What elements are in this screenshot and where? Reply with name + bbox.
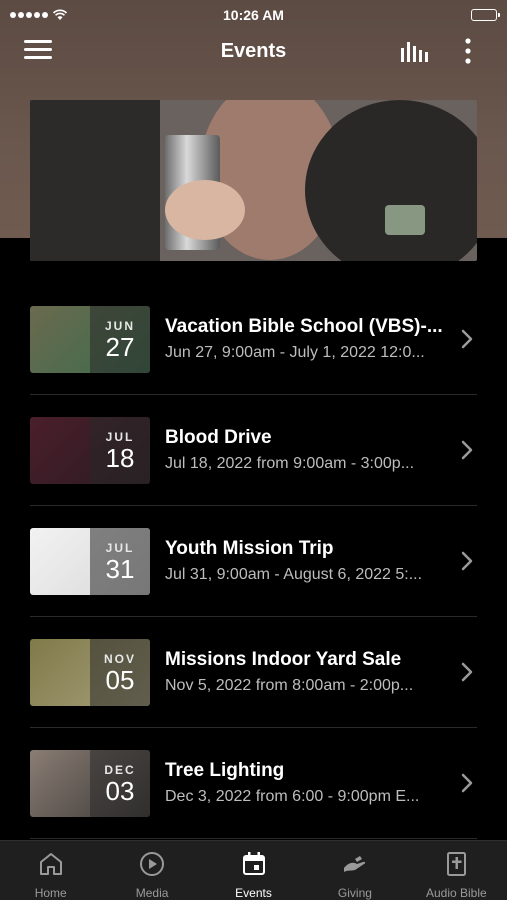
event-thumbnail: DEC 03 [30, 750, 150, 817]
tab-label: Audio Bible [425, 886, 487, 900]
tab-audio-bible[interactable]: Audio Bible [406, 841, 507, 900]
signal-indicator [10, 9, 68, 21]
event-title: Youth Mission Trip [165, 538, 334, 559]
tab-giving[interactable]: Giving [304, 841, 405, 900]
chevron-right-icon [461, 662, 473, 682]
event-day: 03 [105, 775, 135, 806]
event-title: Blood Drive [165, 427, 272, 448]
tab-bar: Home Media Events Giving Audio Bible [0, 840, 507, 900]
event-month: JUL [105, 540, 135, 555]
event-date-badge: NOV 05 [90, 639, 150, 706]
chevron-right-icon [461, 773, 473, 793]
hero-image [30, 100, 477, 261]
event-datetime: Jul 18, 2022 from 9:00am - 3:00p... [165, 455, 415, 472]
event-day: 18 [105, 442, 135, 473]
cellular-signal-icon [10, 12, 48, 18]
bible-icon [447, 852, 467, 876]
event-month: JUN [104, 318, 135, 333]
event-day: 05 [105, 664, 135, 695]
home-icon [39, 853, 62, 875]
chevron-right-icon [461, 440, 473, 460]
event-month: JUL [105, 429, 135, 444]
event-row[interactable]: JUN 27 Vacation Bible School (VBS)-... J… [0, 284, 507, 395]
tab-label: Events [235, 886, 272, 900]
event-list: JUN 27 Vacation Bible School (VBS)-... J… [0, 284, 507, 839]
event-thumbnail: JUN 27 [30, 306, 150, 373]
event-thumbnail: JUL 31 [30, 528, 150, 595]
event-datetime: Nov 5, 2022 from 8:00am - 2:00p... [165, 677, 414, 694]
event-day: 27 [105, 331, 135, 362]
giving-hand-icon [343, 856, 366, 872]
play-icon [140, 852, 165, 876]
hero-photo [30, 100, 477, 261]
event-thumbnail: NOV 05 [30, 639, 150, 706]
tab-label: Giving [337, 886, 372, 900]
calendar-icon [242, 852, 265, 875]
more-options-button[interactable] [460, 36, 476, 66]
event-date-badge: JUL 31 [90, 528, 150, 595]
event-month: DEC [104, 762, 136, 777]
tab-label: Media [135, 886, 169, 900]
event-date-badge: DEC 03 [90, 750, 150, 817]
event-row[interactable]: DEC 03 Tree Lighting Dec 3, 2022 from 6:… [0, 728, 507, 839]
chevron-right-icon [461, 329, 473, 349]
event-datetime: Jun 27, 9:00am - July 1, 2022 12:0... [165, 344, 425, 361]
event-datetime: Dec 3, 2022 from 6:00 - 9:00pm E... [165, 788, 420, 805]
event-row[interactable]: JUL 31 Youth Mission Trip Jul 31, 9:00am… [0, 506, 507, 617]
event-title: Vacation Bible School (VBS)-... [165, 316, 443, 337]
status-bar [0, 0, 507, 30]
tab-media[interactable]: Media [101, 841, 202, 900]
event-date-badge: JUL 18 [90, 417, 150, 484]
battery-icon [471, 9, 500, 21]
event-title: Missions Indoor Yard Sale [165, 649, 402, 670]
event-thumbnail: JUL 18 [30, 417, 150, 484]
navigation-bar: Events [0, 30, 507, 76]
event-month: NOV [103, 651, 136, 666]
tab-events[interactable]: Events [203, 841, 304, 900]
wifi-icon [52, 9, 68, 20]
row-divider [30, 838, 477, 839]
audio-bars-button[interactable] [398, 38, 432, 66]
tab-home[interactable]: Home [0, 841, 101, 900]
chevron-right-icon [461, 551, 473, 571]
event-row[interactable]: JUL 18 Blood Drive Jul 18, 2022 from 9:0… [0, 395, 507, 506]
event-day: 31 [105, 553, 135, 584]
tab-label: Home [34, 886, 67, 900]
event-datetime: Jul 31, 9:00am - August 6, 2022 5:... [165, 566, 423, 583]
event-title: Tree Lighting [165, 760, 285, 781]
event-date-badge: JUN 27 [90, 306, 150, 373]
event-row[interactable]: NOV 05 Missions Indoor Yard Sale Nov 5, … [0, 617, 507, 728]
